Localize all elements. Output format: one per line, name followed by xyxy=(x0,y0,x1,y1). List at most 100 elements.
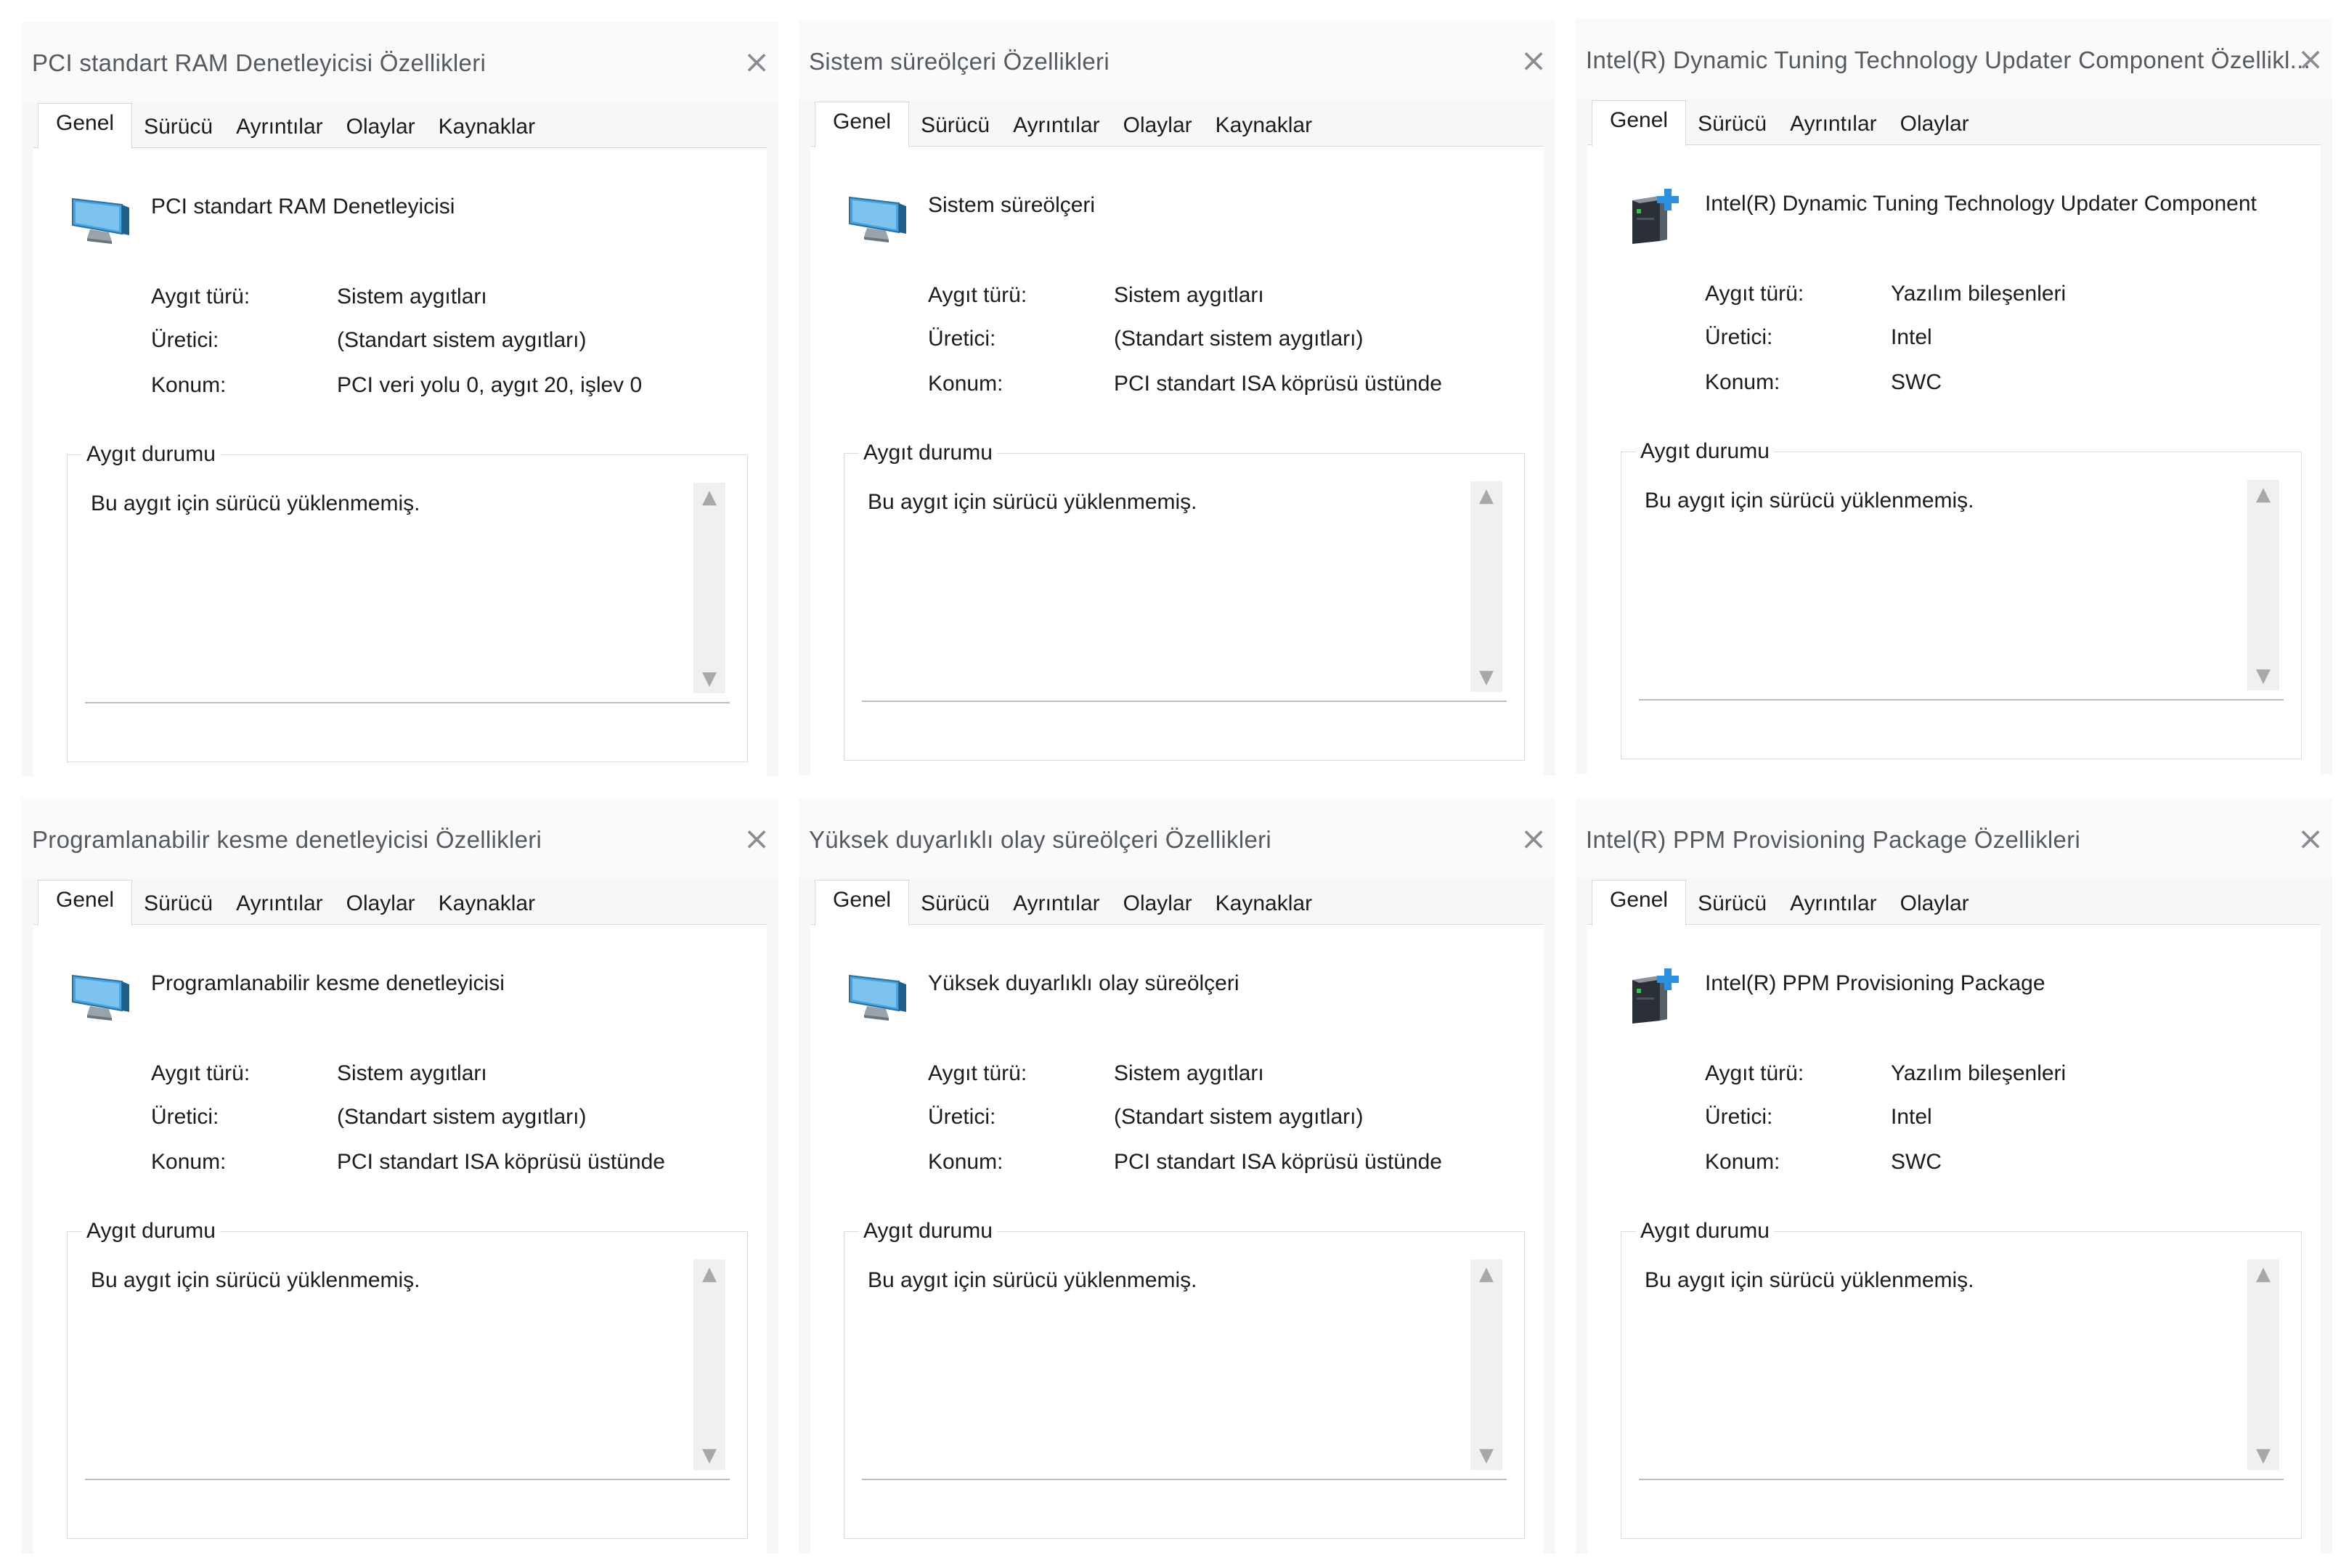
title-bar[interactable]: Intel(R) Dynamic Tuning Technology Updat… xyxy=(1576,19,2332,99)
device-type-label: Aygıt türü: xyxy=(1705,282,1804,306)
close-button[interactable]: × xyxy=(736,45,777,80)
device-status-text: Bu aygıt için sürücü yüklenmemiş. xyxy=(91,491,420,515)
scroll-down-arrow-icon[interactable]: ▼ xyxy=(1470,663,1502,692)
device-status-legend: Aygıt durumu xyxy=(859,441,997,465)
properties-dialog-3: Intel(R) Dynamic Tuning Technology Updat… xyxy=(1576,19,2332,774)
title-bar[interactable]: PCI standart RAM Denetleyicisi Özellikle… xyxy=(22,22,778,102)
tab-panel-general: Intel(R) Dynamic Tuning Technology Updat… xyxy=(1587,144,2321,774)
tab-genel[interactable]: Genel xyxy=(38,880,133,926)
scroll-up-arrow-icon[interactable]: ▲ xyxy=(1470,1259,1502,1289)
device-status-text: Bu aygıt için sürücü yüklenmemiş. xyxy=(868,1268,1197,1292)
device-type-value: Sistem aygıtları xyxy=(1114,283,1264,307)
device-status-group: Aygıt durumu Bu aygıt için sürücü yüklen… xyxy=(844,441,1525,761)
tab-strip: Genel Sürücü Ayrıntılar Olaylar xyxy=(1592,99,1981,146)
status-scrollbar[interactable]: ▲ ▼ xyxy=(693,483,725,693)
device-name: Intel(R) Dynamic Tuning Technology Updat… xyxy=(1705,192,2257,216)
location-label: Konum: xyxy=(1705,370,1780,394)
tab-genel[interactable]: Genel xyxy=(38,103,133,149)
tab-surucu[interactable]: Sürücü xyxy=(1686,891,1778,925)
tab-surucu[interactable]: Sürücü xyxy=(1686,112,1778,145)
location-value: PCI standart ISA köprüsü üstünde xyxy=(1114,372,1442,396)
scroll-up-arrow-icon[interactable]: ▲ xyxy=(2247,1259,2279,1289)
scroll-down-arrow-icon[interactable]: ▼ xyxy=(1470,1441,1502,1470)
location-value: SWC xyxy=(1891,370,1942,394)
device-type-label: Aygıt türü: xyxy=(151,285,251,309)
tab-olaylar[interactable]: Olaylar xyxy=(1889,891,1981,925)
scroll-up-arrow-icon[interactable]: ▲ xyxy=(2247,480,2279,509)
tab-genel[interactable]: Genel xyxy=(815,102,910,147)
title-bar[interactable]: Intel(R) PPM Provisioning Package Özelli… xyxy=(1576,799,2332,878)
manufacturer-label: Üretici: xyxy=(151,1105,219,1129)
scroll-up-arrow-icon[interactable]: ▲ xyxy=(693,483,725,512)
tab-olaylar[interactable]: Olaylar xyxy=(335,115,427,148)
scroll-up-arrow-icon[interactable]: ▲ xyxy=(1470,481,1502,510)
tab-ayrintilar[interactable]: Ayrıntılar xyxy=(224,891,335,925)
close-button[interactable]: × xyxy=(736,822,777,857)
status-scrollbar[interactable]: ▲ ▼ xyxy=(2247,1259,2279,1470)
device-status-textbox[interactable]: Bu aygıt için sürücü yüklenmemiş. ▲ ▼ xyxy=(862,1254,1507,1480)
tab-ayrintilar[interactable]: Ayrıntılar xyxy=(224,115,335,148)
tab-kaynaklar[interactable]: Kaynaklar xyxy=(427,115,547,148)
tab-panel-general: Programlanabilir kesme denetleyicisi Ayg… xyxy=(33,924,767,1553)
location-label: Konum: xyxy=(151,373,227,397)
close-button[interactable]: × xyxy=(1513,822,1554,857)
tab-surucu[interactable]: Sürücü xyxy=(909,113,1001,147)
scroll-down-arrow-icon[interactable]: ▼ xyxy=(693,1441,725,1470)
tab-kaynaklar[interactable]: Kaynaklar xyxy=(427,891,547,925)
tab-olaylar[interactable]: Olaylar xyxy=(1889,112,1981,145)
tab-genel[interactable]: Genel xyxy=(1592,100,1687,146)
scroll-down-arrow-icon[interactable]: ▼ xyxy=(2247,1441,2279,1470)
device-status-textbox[interactable]: Bu aygıt için sürücü yüklenmemiş. ▲ ▼ xyxy=(1639,474,2284,701)
device-status-textbox[interactable]: Bu aygıt için sürücü yüklenmemiş. ▲ ▼ xyxy=(85,1254,730,1480)
manufacturer-label: Üretici: xyxy=(928,1105,996,1129)
close-button[interactable]: × xyxy=(1513,44,1554,78)
status-scrollbar[interactable]: ▲ ▼ xyxy=(2247,480,2279,690)
title-bar[interactable]: Programlanabilir kesme denetleyicisi Öze… xyxy=(22,799,778,878)
scroll-down-arrow-icon[interactable]: ▼ xyxy=(2247,661,2279,690)
tab-kaynaklar[interactable]: Kaynaklar xyxy=(1204,113,1324,147)
tab-kaynaklar[interactable]: Kaynaklar xyxy=(1204,891,1324,925)
status-scrollbar[interactable]: ▲ ▼ xyxy=(1470,481,1502,692)
tab-strip: Genel Sürücü Ayrıntılar Olaylar xyxy=(1592,878,1981,926)
manufacturer-label: Üretici: xyxy=(151,328,219,352)
tab-genel[interactable]: Genel xyxy=(815,880,910,926)
tab-panel-general: Sistem süreölçeri Aygıt türü: Sistem ayg… xyxy=(810,146,1544,775)
software-component-icon xyxy=(1622,965,1687,1024)
location-value: PCI standart ISA köprüsü üstünde xyxy=(1114,1150,1442,1174)
device-type-value: Sistem aygıtları xyxy=(1114,1061,1264,1085)
tab-strip: Genel Sürücü Ayrıntılar Olaylar Kaynaklar xyxy=(815,878,1324,926)
tab-olaylar[interactable]: Olaylar xyxy=(335,891,427,925)
tab-genel[interactable]: Genel xyxy=(1592,880,1687,926)
status-scrollbar[interactable]: ▲ ▼ xyxy=(1470,1259,1502,1470)
tab-ayrintilar[interactable]: Ayrıntılar xyxy=(1001,113,1112,147)
screenshot-grid: PCI standart RAM Denetleyicisi Özellikle… xyxy=(0,0,2341,1568)
scroll-up-arrow-icon[interactable]: ▲ xyxy=(693,1259,725,1289)
device-status-text: Bu aygıt için sürücü yüklenmemiş. xyxy=(1645,489,1974,513)
device-status-legend: Aygıt durumu xyxy=(82,1219,220,1244)
title-bar[interactable]: Sistem süreölçeri Özellikleri × xyxy=(799,20,1555,100)
device-status-textbox[interactable]: Bu aygıt için sürücü yüklenmemiş. ▲ ▼ xyxy=(85,477,730,703)
device-status-group: Aygıt durumu Bu aygıt için sürücü yüklen… xyxy=(67,442,748,762)
dialog-title: Intel(R) Dynamic Tuning Technology Updat… xyxy=(1586,46,2311,73)
device-type-value: Sistem aygıtları xyxy=(337,1061,487,1085)
title-bar[interactable]: Yüksek duyarlıklı olay süreölçeri Özelli… xyxy=(799,799,1555,878)
status-scrollbar[interactable]: ▲ ▼ xyxy=(693,1259,725,1470)
tab-olaylar[interactable]: Olaylar xyxy=(1112,891,1204,925)
tab-surucu[interactable]: Sürücü xyxy=(132,891,224,925)
tab-olaylar[interactable]: Olaylar xyxy=(1112,113,1204,147)
tab-surucu[interactable]: Sürücü xyxy=(909,891,1001,925)
tab-surucu[interactable]: Sürücü xyxy=(132,115,224,148)
tab-ayrintilar[interactable]: Ayrıntılar xyxy=(1778,112,1889,145)
device-status-textbox[interactable]: Bu aygıt için sürücü yüklenmemiş. ▲ ▼ xyxy=(862,475,1507,702)
tab-ayrintilar[interactable]: Ayrıntılar xyxy=(1001,891,1112,925)
scroll-down-arrow-icon[interactable]: ▼ xyxy=(693,664,725,693)
device-name: Intel(R) PPM Provisioning Package xyxy=(1705,971,2045,995)
properties-dialog-2: Sistem süreölçeri Özellikleri × Genel Sür… xyxy=(799,20,1555,775)
tab-ayrintilar[interactable]: Ayrıntılar xyxy=(1778,891,1889,925)
device-status-text: Bu aygıt için sürücü yüklenmemiş. xyxy=(1645,1268,1974,1292)
close-button[interactable]: × xyxy=(2290,822,2331,857)
device-status-textbox[interactable]: Bu aygıt için sürücü yüklenmemiş. ▲ ▼ xyxy=(1639,1254,2284,1480)
close-button[interactable]: × xyxy=(2290,42,2331,77)
location-value: PCI standart ISA köprüsü üstünde xyxy=(337,1150,665,1174)
tab-strip: Genel Sürücü Ayrıntılar Olaylar Kaynaklar xyxy=(38,102,547,149)
